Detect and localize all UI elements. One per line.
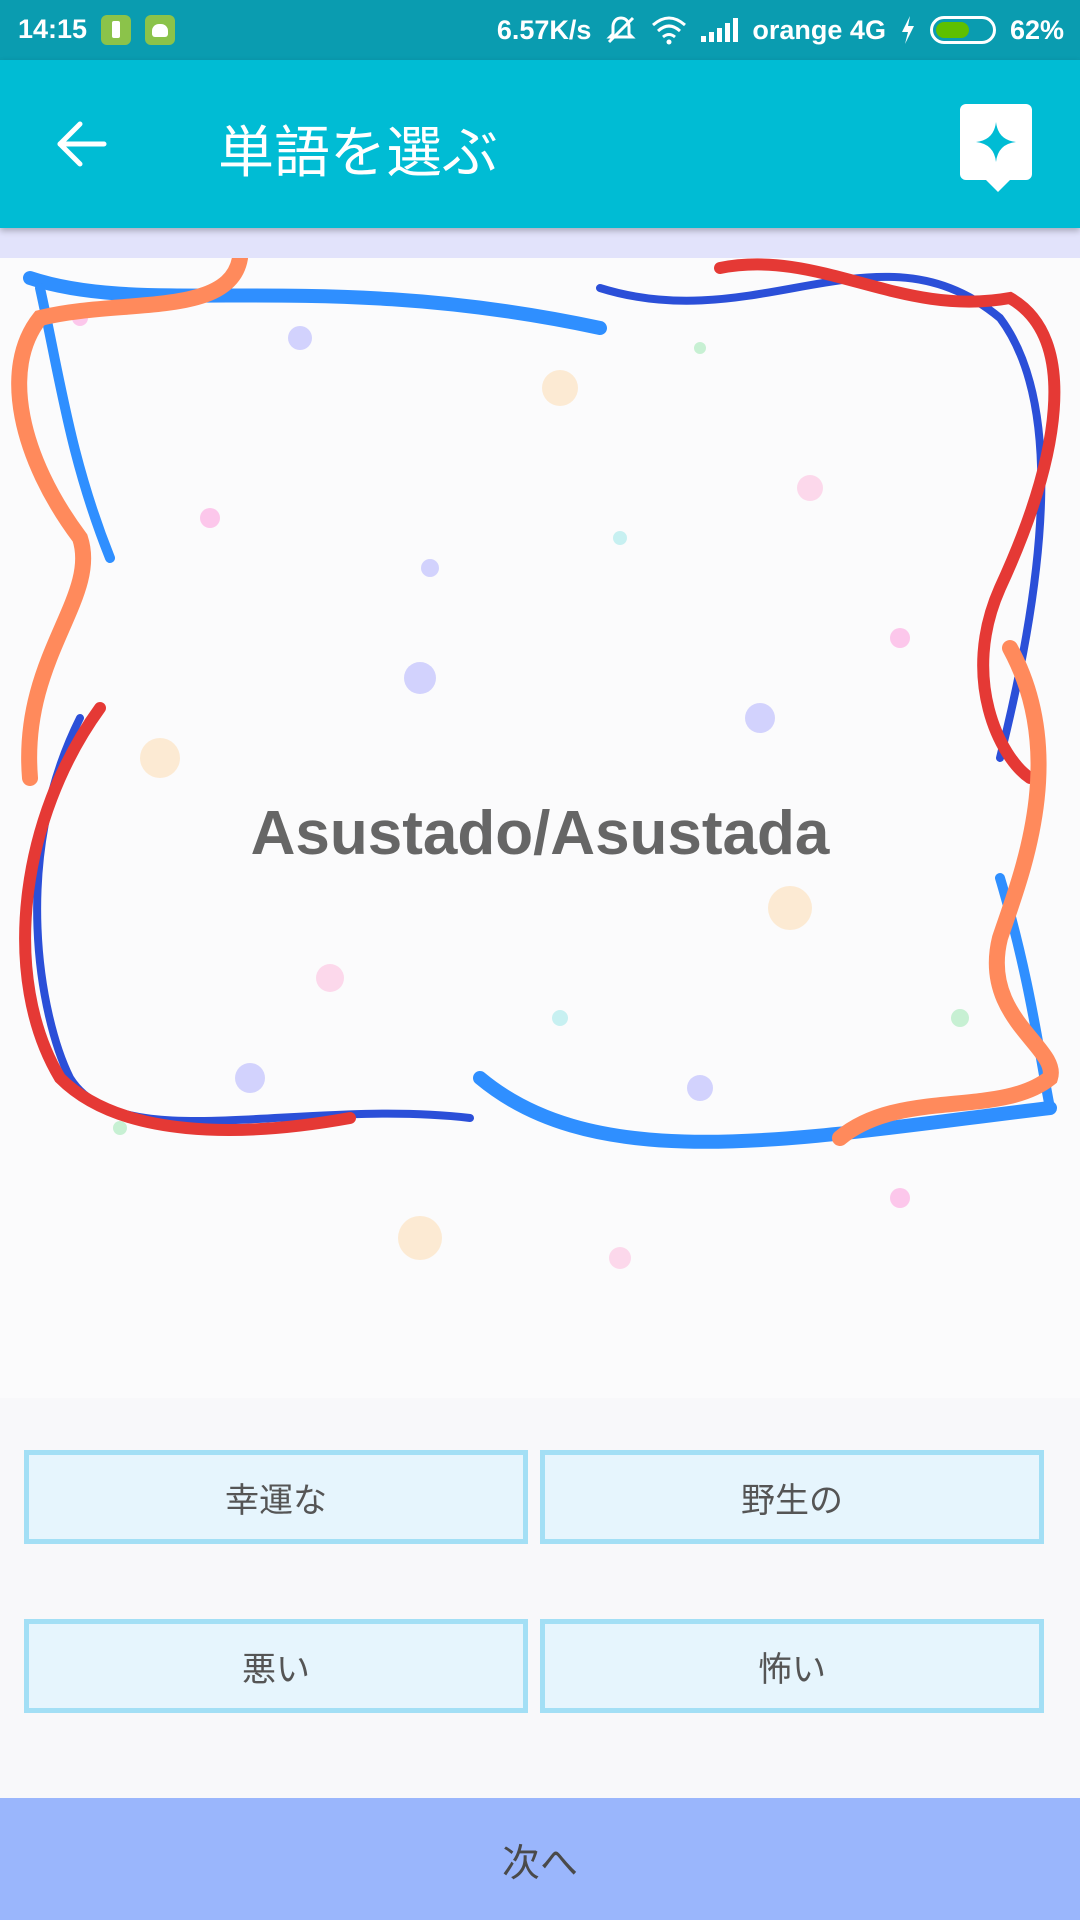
battery-icon bbox=[929, 16, 996, 44]
status-right: 6.57K/s orange 4G 62% bbox=[497, 14, 1064, 46]
mute-bell-icon bbox=[606, 16, 637, 44]
next-button[interactable]: 次へ bbox=[0, 1798, 1080, 1920]
charging-icon bbox=[901, 16, 914, 44]
cell-signal-icon bbox=[701, 18, 739, 42]
arrow-left-icon bbox=[57, 121, 107, 167]
status-time: 14:15 bbox=[18, 14, 88, 44]
android-notification-icon bbox=[145, 14, 176, 45]
divider-strip bbox=[0, 228, 1080, 258]
page-title: 単語を選ぶ bbox=[218, 121, 498, 186]
sparkle-bookmark-icon bbox=[976, 122, 1016, 162]
option-button-1[interactable]: 幸運な bbox=[24, 1450, 528, 1544]
back-button[interactable] bbox=[50, 112, 114, 176]
carrier-label: orange 4G bbox=[752, 14, 886, 45]
option-button-3[interactable]: 悪い bbox=[24, 1619, 528, 1713]
battery-percent: 62% bbox=[1009, 14, 1064, 45]
option-button-2[interactable]: 野生の bbox=[540, 1450, 1044, 1544]
word-card: Asustado/Asustada bbox=[0, 258, 1080, 1398]
vocabulary-word: Asustado/Asustada bbox=[250, 799, 830, 868]
favorite-button[interactable] bbox=[960, 104, 1032, 192]
battery-saver-icon bbox=[101, 14, 132, 45]
status-bar: 14:15 6.57K/s orange 4G 62% bbox=[0, 0, 1080, 60]
wifi-icon bbox=[652, 16, 687, 45]
status-left: 14:15 bbox=[18, 14, 176, 45]
option-button-4[interactable]: 怖い bbox=[540, 1619, 1044, 1713]
battery-level-fill bbox=[935, 22, 969, 38]
app-bar: 単語を選ぶ bbox=[0, 60, 1080, 228]
network-speed: 6.57K/s bbox=[496, 14, 592, 45]
